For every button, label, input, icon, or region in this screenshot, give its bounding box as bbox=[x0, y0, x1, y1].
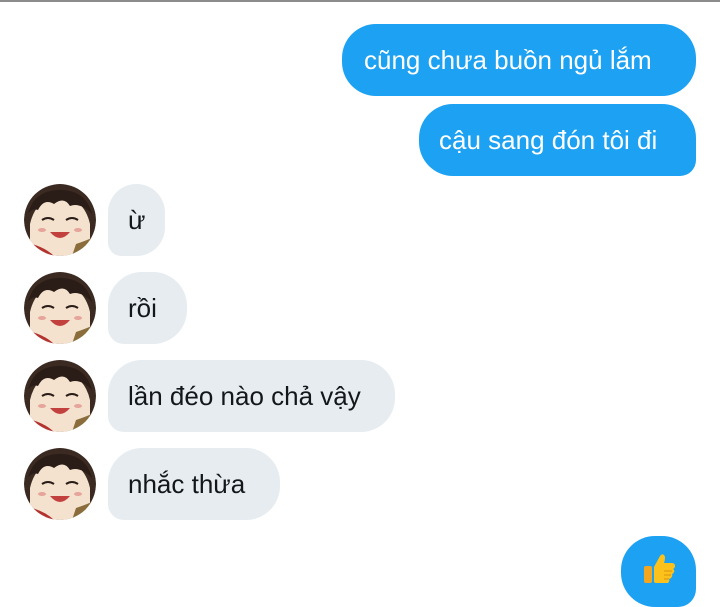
top-divider bbox=[0, 0, 720, 2]
incoming-message[interactable]: lần đéo nào chả vậy bbox=[108, 360, 395, 432]
avatar[interactable] bbox=[24, 272, 96, 344]
message-text: cũng chưa buồn ngủ lắm bbox=[364, 45, 652, 75]
message-text: lần đéo nào chả vậy bbox=[128, 381, 361, 411]
message-text: ừ bbox=[128, 205, 146, 235]
incoming-message[interactable]: rồi bbox=[108, 272, 187, 344]
avatar[interactable] bbox=[24, 184, 96, 256]
like-message[interactable] bbox=[621, 536, 696, 607]
outgoing-message[interactable]: cũng chưa buồn ngủ lắm bbox=[342, 24, 696, 96]
message-text: nhắc thừa bbox=[128, 469, 246, 499]
avatar[interactable] bbox=[24, 360, 96, 432]
avatar[interactable] bbox=[24, 448, 96, 520]
thumbs-up-icon bbox=[642, 553, 676, 590]
incoming-message[interactable]: nhắc thừa bbox=[108, 448, 280, 520]
outgoing-message[interactable]: cậu sang đón tôi đi bbox=[419, 104, 696, 176]
chat-screen: cũng chưa buồn ngủ lắm cậu sang đón tôi … bbox=[0, 0, 720, 607]
message-text: rồi bbox=[128, 293, 157, 323]
message-text: cậu sang đón tôi đi bbox=[439, 125, 658, 155]
incoming-message[interactable]: ừ bbox=[108, 184, 165, 256]
